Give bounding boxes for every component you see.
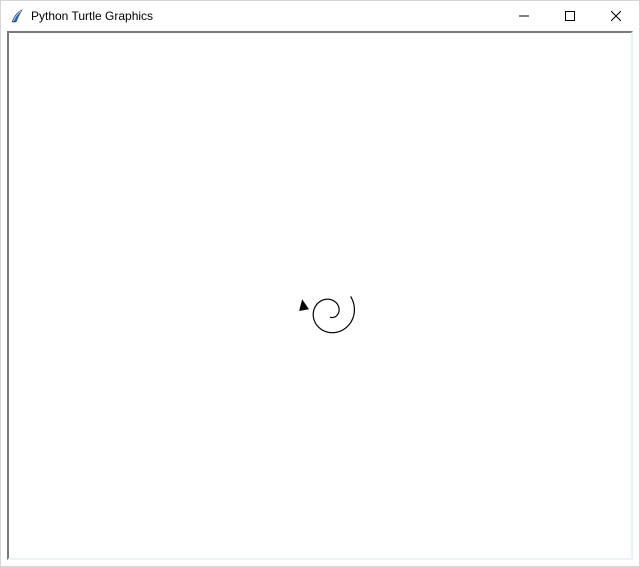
spiral-drawing <box>313 296 354 332</box>
minimize-button[interactable] <box>501 1 547 31</box>
client-area <box>1 31 639 566</box>
close-button[interactable] <box>593 1 639 31</box>
window-title: Python Turtle Graphics <box>31 9 153 23</box>
canvas-frame <box>7 31 633 560</box>
maximize-button[interactable] <box>547 1 593 31</box>
close-icon <box>611 11 621 21</box>
turtle-canvas[interactable] <box>9 33 631 560</box>
app-window: Python Turtle Graphics <box>0 0 640 567</box>
python-tk-feather-icon <box>9 8 25 24</box>
maximize-icon <box>565 11 575 21</box>
window-controls <box>501 1 639 31</box>
turtle-cursor-icon <box>299 299 309 311</box>
titlebar[interactable]: Python Turtle Graphics <box>1 1 639 31</box>
minimize-icon <box>519 11 529 21</box>
